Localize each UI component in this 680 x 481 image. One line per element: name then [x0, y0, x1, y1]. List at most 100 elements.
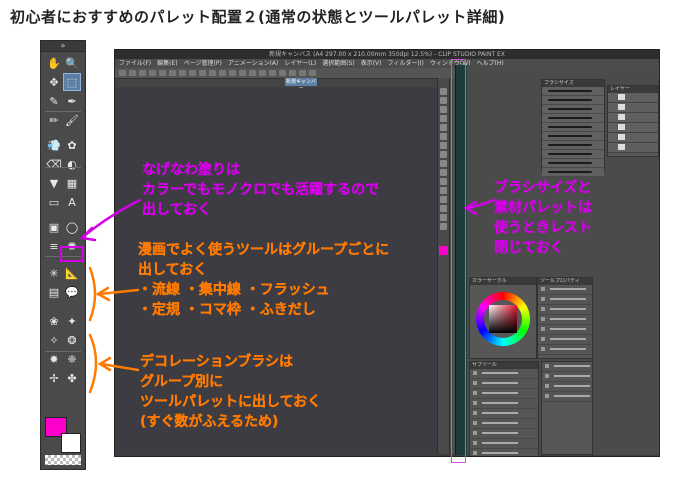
- app-tool-button[interactable]: [440, 196, 447, 203]
- tool-property-row[interactable]: [538, 345, 592, 355]
- decoration-brush-7-icon[interactable]: ✢: [46, 370, 62, 386]
- app-tool-button[interactable]: [440, 142, 447, 149]
- app-tool-button[interactable]: [440, 214, 447, 221]
- balloon-icon[interactable]: ◯: [64, 219, 80, 235]
- command-bar-button[interactable]: [299, 70, 306, 76]
- command-bar-button[interactable]: [129, 70, 136, 76]
- sub-tool-row[interactable]: [470, 419, 538, 429]
- layer-row[interactable]: [608, 133, 658, 143]
- tool-property-row[interactable]: [538, 325, 592, 335]
- tool-property-row[interactable]: [538, 305, 592, 315]
- app-tool-button[interactable]: [440, 124, 447, 131]
- sub-tool-row[interactable]: [470, 439, 538, 449]
- airbrush-icon[interactable]: 💨: [46, 137, 62, 153]
- brush-size-option[interactable]: [542, 87, 604, 96]
- command-bar-button[interactable]: [239, 70, 246, 76]
- sub-panel-row[interactable]: [542, 392, 592, 402]
- decoration-brush-1-icon[interactable]: ❀: [46, 313, 62, 329]
- menu-item-2[interactable]: ページ管理(P): [184, 59, 222, 68]
- layer-row[interactable]: [608, 103, 658, 113]
- menu-item-3[interactable]: アニメーション(A): [228, 59, 279, 68]
- layer-row[interactable]: [608, 123, 658, 133]
- command-bar-button[interactable]: [119, 70, 126, 76]
- app-tool-button[interactable]: [440, 160, 447, 167]
- menu-item-4[interactable]: レイヤー(L): [284, 59, 316, 68]
- command-bar-button[interactable]: [189, 70, 196, 76]
- sub-tool-row[interactable]: [470, 429, 538, 439]
- fill-icon[interactable]: ▼: [46, 175, 62, 191]
- move-hand-icon[interactable]: ✋: [46, 55, 62, 71]
- blend-icon[interactable]: ◐: [64, 156, 80, 172]
- command-bar-button[interactable]: [249, 70, 256, 76]
- trans-color-swatch[interactable]: [45, 455, 81, 465]
- frame-icon[interactable]: ▣: [46, 219, 62, 235]
- balloon-tail-icon[interactable]: 💬: [64, 284, 80, 300]
- sub-tool-row[interactable]: [470, 399, 538, 409]
- command-bar-button[interactable]: [229, 70, 236, 76]
- decoration-icon[interactable]: ✿: [64, 137, 80, 153]
- app-tool-button[interactable]: [440, 223, 447, 230]
- ruler-icon[interactable]: 📐: [64, 265, 80, 281]
- layer-row[interactable]: [608, 143, 658, 153]
- menu-item-6[interactable]: 表示(V): [361, 59, 382, 68]
- app-tool-button[interactable]: [440, 88, 447, 95]
- command-bar-button[interactable]: [219, 70, 226, 76]
- app-tool-button[interactable]: [440, 106, 447, 113]
- flash-icon[interactable]: ✳: [46, 265, 62, 281]
- text-icon[interactable]: A: [64, 194, 80, 210]
- sub-panel-row[interactable]: [542, 372, 592, 382]
- brush-size-option[interactable]: [542, 114, 604, 123]
- decoration-brush-2-icon[interactable]: ✦: [64, 313, 80, 329]
- app-tool-button[interactable]: [440, 151, 447, 158]
- app-tool-button[interactable]: [440, 187, 447, 194]
- figure-icon[interactable]: ▭: [46, 194, 62, 210]
- menu-item-5[interactable]: 選択範囲(S): [322, 59, 355, 68]
- frame-border-icon[interactable]: ▤: [46, 284, 62, 300]
- app-tool-button[interactable]: [440, 97, 447, 104]
- sub-tool-row[interactable]: [470, 389, 538, 399]
- speed-line-icon[interactable]: ≡: [46, 238, 62, 254]
- zoom-icon[interactable]: 🔍: [64, 55, 80, 71]
- tool-property-row[interactable]: [538, 335, 592, 345]
- decoration-brush-5-icon[interactable]: ✸: [46, 351, 62, 367]
- sub-color-swatch[interactable]: [61, 433, 81, 453]
- canvas-tab[interactable]: 新規キャンバス: [285, 78, 317, 93]
- sub-tool-row[interactable]: [470, 369, 538, 379]
- app-tool-button[interactable]: [440, 169, 447, 176]
- command-bar-button[interactable]: [149, 70, 156, 76]
- sub-panel-row[interactable]: [542, 362, 592, 372]
- menu-item-1[interactable]: 編集(E): [157, 59, 177, 68]
- menu-item-0[interactable]: ファイル(F): [119, 59, 151, 68]
- decoration-brush-6-icon[interactable]: ❈: [64, 351, 80, 367]
- pencil-icon[interactable]: ✏: [46, 112, 62, 128]
- pen-icon[interactable]: ✒: [64, 93, 80, 109]
- command-bar-button[interactable]: [179, 70, 186, 76]
- command-bar-button[interactable]: [139, 70, 146, 76]
- app-tool-button[interactable]: [440, 178, 447, 185]
- tool-palette-header[interactable]: »: [41, 41, 85, 52]
- tool-property-row[interactable]: [538, 285, 592, 295]
- layer-row[interactable]: [608, 113, 658, 123]
- command-bar-button[interactable]: [269, 70, 276, 76]
- brush-size-option[interactable]: [542, 168, 604, 177]
- brush-size-option[interactable]: [542, 123, 604, 132]
- focus-line-icon[interactable]: ✺: [64, 238, 80, 254]
- gradient-icon[interactable]: ▦: [64, 175, 80, 191]
- tool-property-row[interactable]: [538, 315, 592, 325]
- command-bar-button[interactable]: [199, 70, 206, 76]
- brush-size-option[interactable]: [542, 96, 604, 105]
- decoration-brush-3-icon[interactable]: ✧: [46, 332, 62, 348]
- brush-icon[interactable]: 🖌: [64, 112, 80, 128]
- app-main-color-swatch[interactable]: [439, 246, 448, 255]
- decoration-brush-4-icon[interactable]: ❂: [64, 332, 80, 348]
- command-bar-button[interactable]: [289, 70, 296, 76]
- brush-size-option[interactable]: [542, 141, 604, 150]
- move-layer-icon[interactable]: ✥: [46, 74, 62, 90]
- brush-size-option[interactable]: [542, 150, 604, 159]
- sub-tool-row[interactable]: [470, 449, 538, 456]
- menu-item-7[interactable]: フィルター(I): [388, 59, 424, 68]
- tool-property-row[interactable]: [538, 295, 592, 305]
- layer-row[interactable]: [608, 93, 658, 103]
- color-saturation-square[interactable]: [489, 305, 517, 333]
- eraser-icon[interactable]: ⌫: [46, 156, 62, 172]
